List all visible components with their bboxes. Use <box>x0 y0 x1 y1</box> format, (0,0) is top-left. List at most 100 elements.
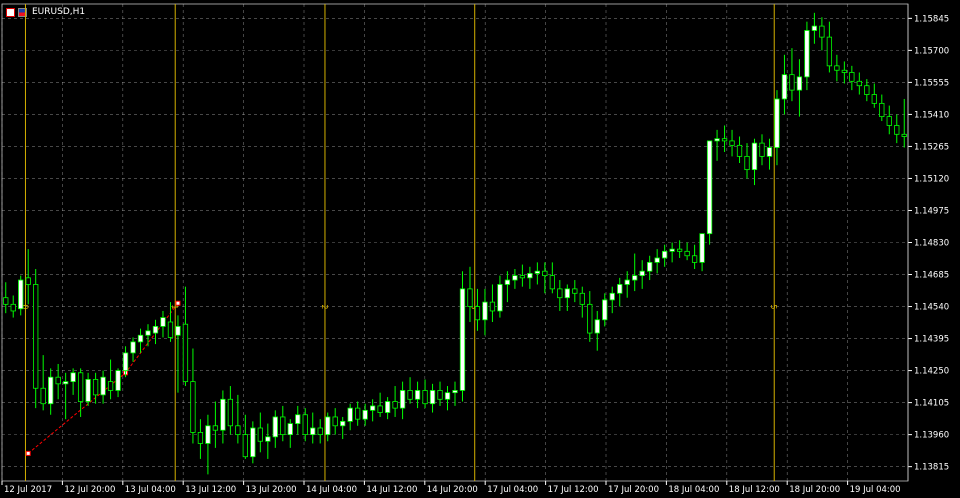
candle-bear <box>317 427 323 436</box>
candle-bull <box>18 279 24 310</box>
candle-bear <box>729 140 735 146</box>
candle-bear <box>474 306 481 321</box>
candle-bull <box>714 138 720 142</box>
candle-bull <box>751 142 758 171</box>
price-tick-label: 1.14830 <box>914 239 949 249</box>
candle-bull <box>175 326 181 336</box>
candle-bull <box>48 376 54 405</box>
time-tick-label: 18 Jul 04:00 <box>668 485 719 495</box>
candle-bull <box>384 401 391 413</box>
candle-bear <box>819 25 825 38</box>
vertical-marker-label: 2 <box>320 304 329 309</box>
candle-bull <box>369 405 376 411</box>
candle-bull <box>647 261 653 272</box>
candle-bear <box>721 138 728 142</box>
candle-bear <box>549 275 555 290</box>
candle-bear <box>55 376 61 385</box>
candle-bear <box>519 275 526 279</box>
candle-bull <box>362 409 368 420</box>
candle-bull <box>564 288 570 299</box>
price-chart[interactable]: 01235 1.158451.157001.155551.154101.1526… <box>0 0 960 498</box>
candle-bull <box>250 427 256 458</box>
candle-bear <box>557 288 563 299</box>
candle-bull <box>152 326 159 334</box>
price-tick-label: 1.15700 <box>914 46 949 56</box>
candle-bear <box>849 72 855 82</box>
candle-bull <box>414 390 421 400</box>
candle-bull <box>639 270 645 277</box>
candle-bear <box>40 387 46 405</box>
candle-bear <box>894 125 900 135</box>
candle-bear <box>197 432 204 444</box>
candle-bull <box>459 288 466 391</box>
candle-bear <box>235 425 241 436</box>
price-tick-label: 1.14105 <box>914 399 949 409</box>
time-tick-label: 13 Jul 12:00 <box>185 485 236 495</box>
candle-bear <box>736 144 743 157</box>
candle-bull <box>617 284 623 294</box>
candle-bull <box>699 233 705 263</box>
candle-bear <box>901 133 907 137</box>
candle-bear <box>467 288 473 307</box>
price-tick-label: 1.15410 <box>914 110 949 120</box>
candle-bear <box>332 416 338 427</box>
candle-bear <box>227 398 234 427</box>
candle-bear <box>856 80 862 87</box>
candle-bull <box>272 416 278 438</box>
candle-bear <box>834 65 840 71</box>
price-tick-label: 1.14395 <box>914 335 949 345</box>
candle-bear <box>841 69 848 73</box>
price-tick-label: 1.13815 <box>914 463 949 473</box>
candle-bear <box>377 405 383 413</box>
price-tick-label: 1.15845 <box>914 14 949 24</box>
candle-bear <box>392 401 398 409</box>
candle-bear <box>92 379 99 396</box>
candle-bear <box>684 250 690 257</box>
candle-bear <box>542 270 548 277</box>
time-axis: 12 Jul 2017 12 Jul 20:00 13 Jul 04:00 13 Ju… <box>1 481 901 495</box>
time-tick-label: 12 Jul 20:00 <box>64 485 115 495</box>
price-tick-label: 1.13960 <box>914 431 949 441</box>
candle-bear <box>879 102 885 118</box>
price-tick-label: 1.14540 <box>914 303 949 313</box>
candle-bear <box>759 142 765 157</box>
price-tick-label: 1.14975 <box>914 206 949 216</box>
candle-bull <box>512 275 518 281</box>
time-tick-label: 13 Jul 04:00 <box>125 485 176 495</box>
time-tick-label: 14 Jul 20:00 <box>427 485 478 495</box>
candle-bull <box>137 334 144 343</box>
candle-bull <box>205 425 211 444</box>
candle-bear <box>355 407 361 420</box>
candle-bear <box>212 425 219 431</box>
candle-bear <box>10 303 16 312</box>
candle-bear <box>242 434 248 458</box>
vertical-marker-label: 5 <box>769 304 778 309</box>
candle-bear <box>789 74 795 91</box>
candle-bull <box>325 416 331 436</box>
candle-bull <box>429 390 436 405</box>
candle-bear <box>572 288 578 294</box>
candle-bull <box>774 98 780 148</box>
candle-bear <box>826 36 833 67</box>
candle-bear <box>579 292 585 305</box>
candle-bear <box>422 390 428 405</box>
time-tick-label: 19 Jul 04:00 <box>850 485 901 495</box>
candle-bear <box>257 427 263 442</box>
candle-bear <box>167 321 174 338</box>
candle-bear <box>587 303 593 334</box>
candle-bull <box>609 292 615 301</box>
time-tick-label: 12 Jul 2017 <box>4 485 52 495</box>
candle-bear <box>864 85 870 95</box>
candle-bull <box>781 74 788 100</box>
candle-bear <box>691 255 698 263</box>
candle-bear <box>744 155 750 171</box>
trendline-anchor[interactable] <box>175 300 181 306</box>
candles <box>3 12 907 475</box>
candle-bull <box>115 370 121 391</box>
candle-bear <box>886 116 892 126</box>
candle-bull <box>85 379 91 402</box>
candle-bull <box>594 319 600 334</box>
trendline-anchor[interactable] <box>25 450 31 456</box>
candle-bear <box>3 297 9 305</box>
candle-bull <box>796 76 803 91</box>
